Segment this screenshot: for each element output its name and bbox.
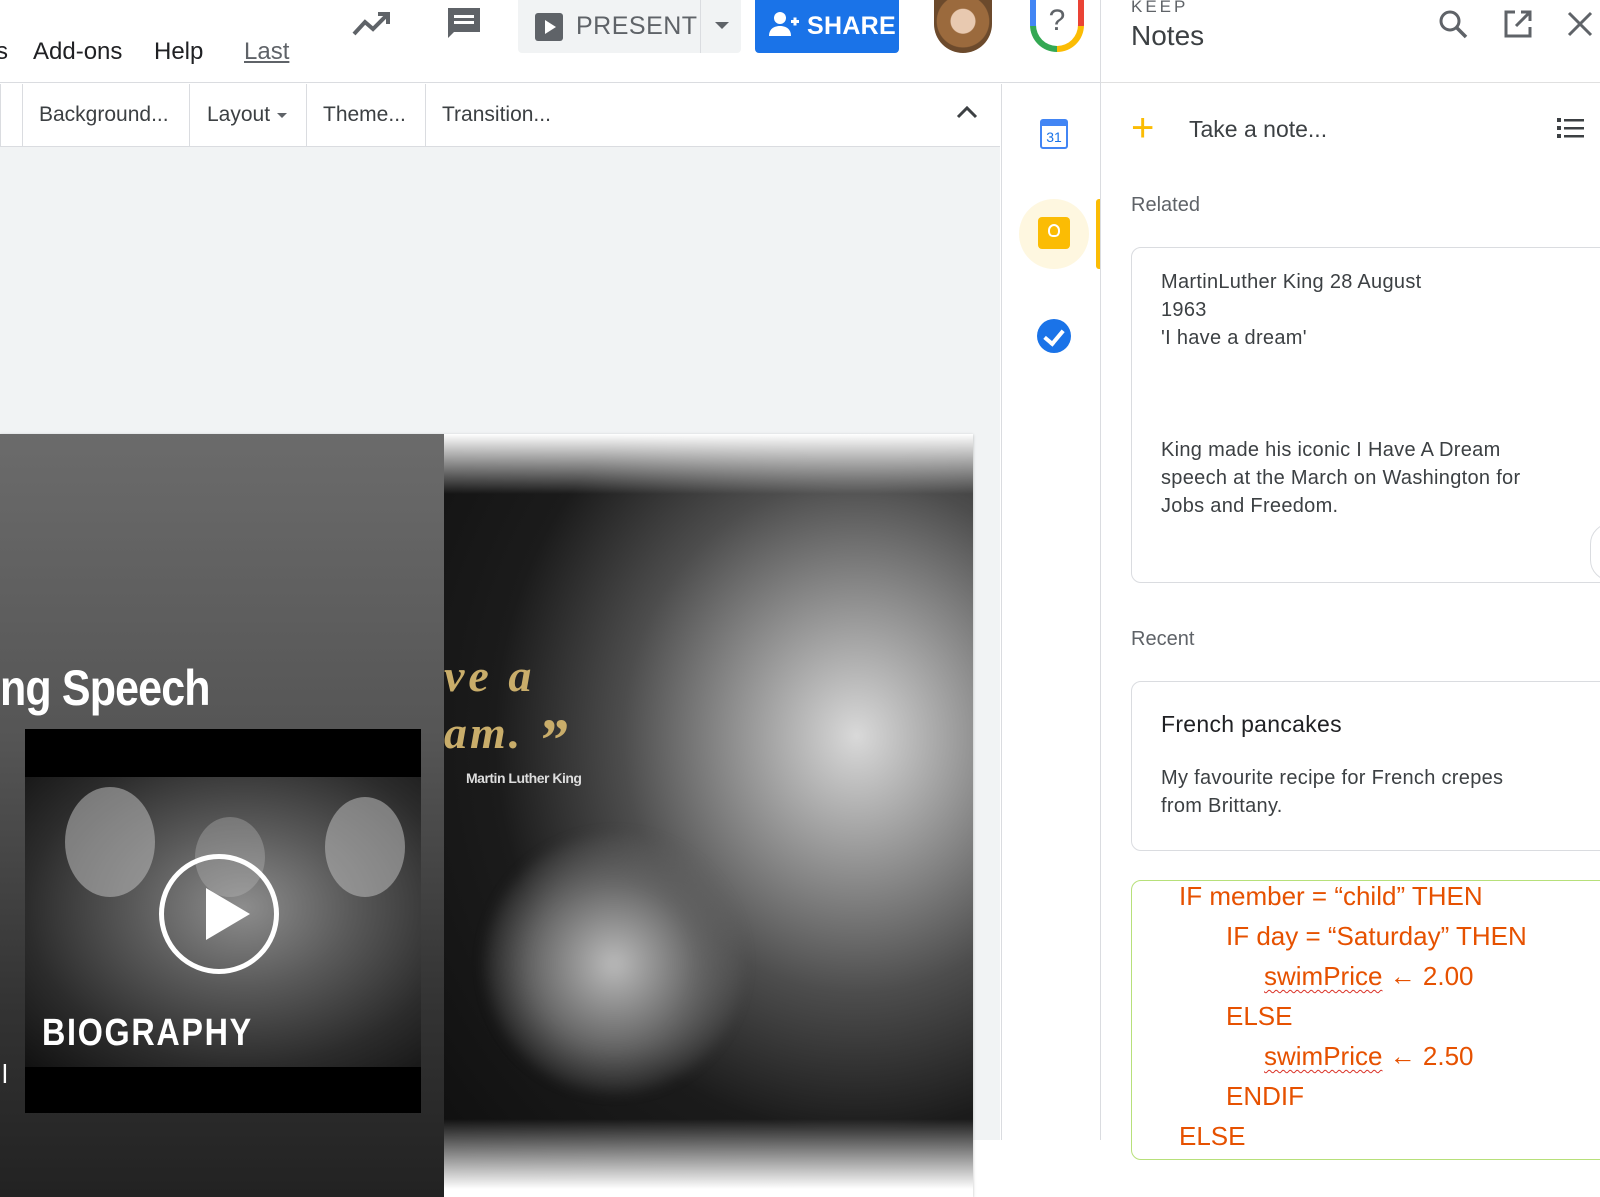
note-line: MartinLuther King 28 August	[1161, 271, 1422, 293]
plus-icon: +	[1131, 106, 1155, 150]
open-in-new-icon[interactable]	[1503, 9, 1533, 44]
biography-video[interactable]: BIOGRAPHY	[25, 729, 421, 1113]
account-avatar[interactable]	[934, 0, 992, 53]
code-variable: swimPrice	[1264, 1041, 1383, 1071]
note-line: 1963	[1161, 299, 1207, 321]
code-assignment: ← 2.50	[1382, 1041, 1474, 1071]
code-line: ELSE	[1226, 1001, 1293, 1031]
play-icon[interactable]	[159, 854, 279, 974]
quote-attribution: Martin Luther King	[466, 770, 582, 786]
slide[interactable]: ng Speech BIOGRAPHY l ve a am. ” Martin …	[0, 434, 973, 1197]
code-line: IF member = “child” THEN	[1179, 881, 1483, 911]
present-play-icon	[535, 12, 563, 41]
code-line: ENDIF	[1226, 1081, 1304, 1111]
note-line: Jobs and Freedom.	[1161, 495, 1339, 517]
recent-note-card[interactable]: French pancakes My favourite recipe for …	[1131, 681, 1600, 851]
transition-button[interactable]: Transition...	[442, 84, 551, 146]
collapse-toolbar-icon[interactable]	[955, 104, 979, 125]
related-note-card[interactable]: MartinLuther King 28 August 1963 'I have…	[1131, 247, 1600, 583]
slide-toolbar: Background... Layout Theme... Transition…	[0, 84, 1000, 147]
present-options-dropdown[interactable]	[700, 0, 742, 53]
menu-item-partial[interactable]: s	[0, 38, 8, 66]
close-icon[interactable]	[1566, 10, 1594, 43]
app-top-bar: s Add-ons Help Last PRESENT SHARE ?	[0, 0, 1100, 83]
toolbar-divider	[306, 84, 307, 146]
code-assignment: ← 2.00	[1382, 961, 1474, 991]
recent-section-label: Recent	[1131, 628, 1195, 650]
quote-line-2: am. ”	[444, 706, 571, 775]
chevron-down-icon	[277, 112, 288, 118]
code-line: swimPrice ← 2.50	[1264, 1041, 1474, 1072]
keep-header: KEEP Notes	[1101, 0, 1600, 83]
note-title: French pancakes	[1161, 711, 1342, 737]
slide-title[interactable]: ng Speech	[0, 659, 211, 717]
theme-button[interactable]: Theme...	[323, 84, 406, 146]
quote-line-2-text: am.	[444, 707, 524, 758]
portrait-image[interactable]	[444, 434, 973, 1189]
person-add-icon	[769, 11, 799, 42]
share-label: SHARE	[807, 12, 897, 40]
tasks-icon[interactable]	[1037, 319, 1071, 353]
slide-canvas[interactable]: ng Speech BIOGRAPHY l ve a am. ” Martin …	[0, 147, 1000, 1197]
present-button-group: PRESENT	[518, 0, 741, 53]
present-button[interactable]: PRESENT	[518, 0, 700, 53]
search-icon[interactable]	[1437, 8, 1469, 45]
note-line: My favourite recipe for French crepes	[1161, 767, 1504, 789]
video-channel-label: BIOGRAPHY	[42, 1012, 253, 1054]
toolbar-divider	[0, 84, 1, 146]
slide-left-panel: ng Speech BIOGRAPHY l	[0, 434, 444, 1197]
note-line: King made his iconic I Have A Dream	[1161, 439, 1501, 461]
note-options-handle[interactable]	[1590, 523, 1600, 581]
quote-line-1: ve a	[444, 650, 536, 701]
take-note-placeholder: Take a note...	[1189, 116, 1328, 142]
keep-notes-panel: KEEP Notes + Take a note... Related Mart…	[1100, 0, 1600, 1160]
last-edit-link[interactable]: Last	[244, 38, 289, 66]
background-button[interactable]: Background...	[39, 84, 169, 146]
toolbar-divider	[189, 84, 190, 146]
share-button[interactable]: SHARE	[755, 0, 899, 53]
code-line: swimPrice ← 2.00	[1264, 961, 1474, 992]
toolbar-divider	[425, 84, 426, 146]
take-note-input[interactable]: + Take a note...	[1131, 106, 1581, 150]
activity-trend-icon[interactable]	[352, 8, 392, 45]
keep-icon[interactable]	[1038, 217, 1070, 249]
note-line: speech at the March on Washington for	[1161, 467, 1521, 489]
side-panel-rail: 31	[1001, 84, 1101, 1140]
menu-help[interactable]: Help	[154, 38, 203, 66]
menu-addons[interactable]: Add-ons	[33, 38, 122, 66]
keep-brand-label: KEEP	[1131, 0, 1189, 16]
layout-label: Layout	[207, 103, 271, 126]
note-line: from Brittany.	[1161, 795, 1283, 817]
list-view-icon[interactable]	[1557, 116, 1585, 145]
toolbar-divider	[22, 84, 23, 146]
help-icon[interactable]: ?	[1030, 0, 1084, 52]
help-glyph: ?	[1036, 0, 1078, 46]
comments-icon[interactable]	[445, 5, 483, 48]
quote-mark: ”	[537, 707, 571, 773]
keep-panel-title: Notes	[1131, 20, 1205, 51]
note-line: 'I have a dream'	[1161, 327, 1307, 349]
calendar-icon[interactable]: 31	[1040, 119, 1068, 149]
code-line: ELSE	[1179, 1121, 1246, 1151]
slide-edge-glyph: l	[2, 1059, 8, 1089]
code-note-card[interactable]: IF member = “child” THEN IF day = “Satur…	[1131, 880, 1600, 1160]
present-label: PRESENT	[576, 12, 698, 40]
layout-button[interactable]: Layout	[207, 84, 288, 146]
code-variable: swimPrice	[1264, 961, 1383, 991]
related-section-label: Related	[1131, 194, 1200, 216]
code-line: IF day = “Saturday” THEN	[1226, 921, 1527, 951]
